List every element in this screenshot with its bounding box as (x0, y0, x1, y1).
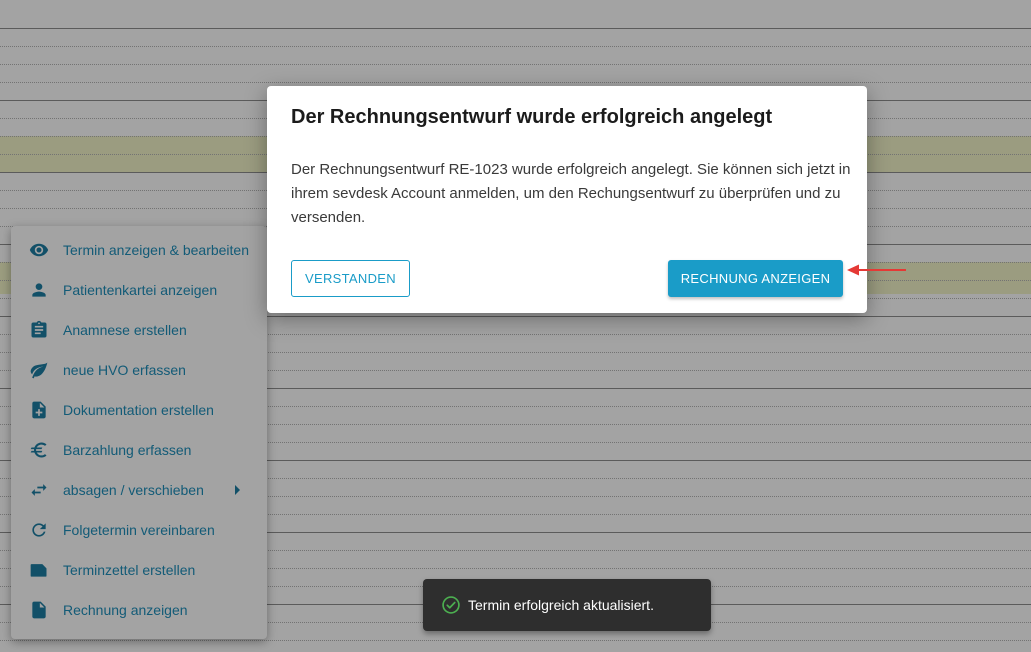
show-invoice-button[interactable]: RECHNUNG ANZEIGEN (668, 260, 843, 297)
snackbar-message: Termin erfolgreich aktualisiert. (468, 597, 654, 613)
check-circle-icon (441, 595, 461, 615)
understood-button[interactable]: VERSTANDEN (291, 260, 410, 297)
success-snackbar: Termin erfolgreich aktualisiert. (423, 579, 711, 631)
annotation-arrow-icon (847, 264, 906, 276)
invoice-draft-dialog: Der Rechnungsentwurf wurde erfolgreich a… (267, 86, 867, 313)
screen: Termin anzeigen & bearbeiten Patientenka… (0, 0, 1031, 652)
dialog-message: Der Rechnungsentwurf RE-1023 wurde erfol… (291, 161, 851, 226)
dialog-title: Der Rechnungsentwurf wurde erfolgreich a… (291, 106, 773, 128)
